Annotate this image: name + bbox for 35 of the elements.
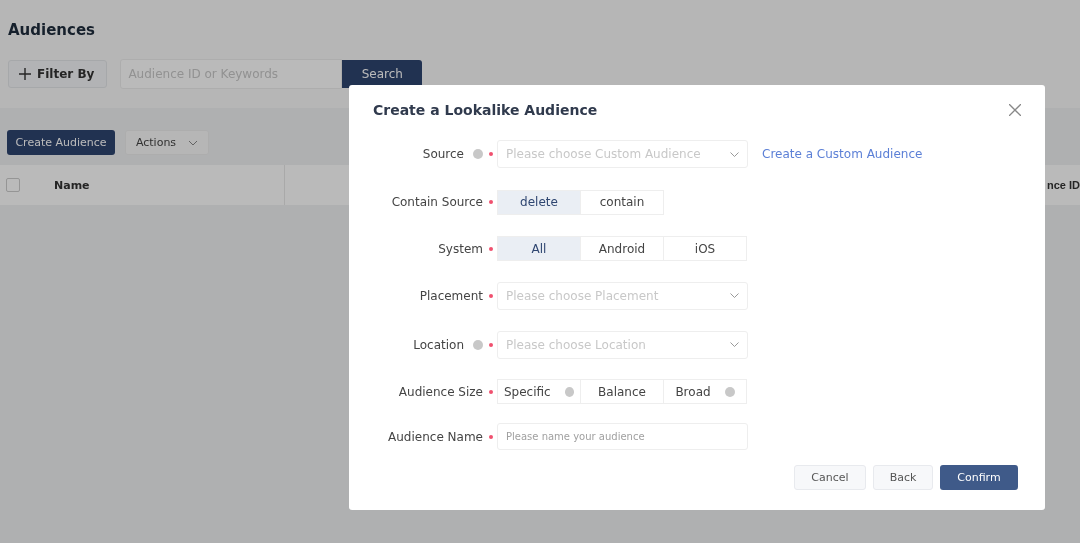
caret-icon (730, 342, 739, 347)
caret-icon (730, 151, 739, 157)
audience-name-field[interactable]: Please name your audience (497, 423, 748, 450)
field-label: Audience Size (398, 384, 483, 399)
plus-icon (19, 68, 31, 80)
filter-button[interactable]: Filter By (8, 60, 108, 88)
select-all-checkbox[interactable] (6, 178, 20, 192)
caret-icon (188, 139, 199, 146)
segment-option[interactable]: contain (580, 189, 664, 215)
column-header: Name (54, 178, 91, 192)
create-audience-button[interactable]: Create Audience (7, 130, 115, 155)
dialog-button[interactable]: Cancel (794, 465, 866, 490)
confirm-button[interactable]: Confirm (940, 465, 1018, 490)
page-title: Audiences (8, 20, 96, 41)
segment-option[interactable]: Balance (580, 379, 664, 404)
create-custom-audience-link[interactable]: Create a Custom Audience (762, 147, 923, 161)
caret-icon (730, 293, 739, 298)
segment-option[interactable]: Specific (497, 379, 581, 404)
close-icon[interactable] (1009, 104, 1021, 116)
segment-option[interactable]: delete (497, 189, 581, 215)
actions-dropdown[interactable]: Actions (125, 130, 209, 155)
dialog-title: Create a Lookalike Audience (373, 102, 598, 118)
column-header: nce ID (1047, 179, 1080, 191)
field-label: Placement (419, 288, 483, 303)
field-label: Contain Source (391, 195, 483, 209)
search-button[interactable]: Search (342, 60, 423, 88)
field-label: Location (413, 337, 464, 352)
field-label: System (438, 241, 483, 256)
segment-option[interactable]: All (497, 236, 581, 261)
segment-option[interactable]: Android (580, 236, 664, 261)
field-label: Audience Name (388, 429, 483, 444)
field-label: Source (422, 147, 464, 161)
dialog-button[interactable]: Back (873, 465, 933, 490)
segment-option[interactable]: iOS (663, 236, 747, 261)
segment-option[interactable]: Broad (663, 379, 747, 404)
